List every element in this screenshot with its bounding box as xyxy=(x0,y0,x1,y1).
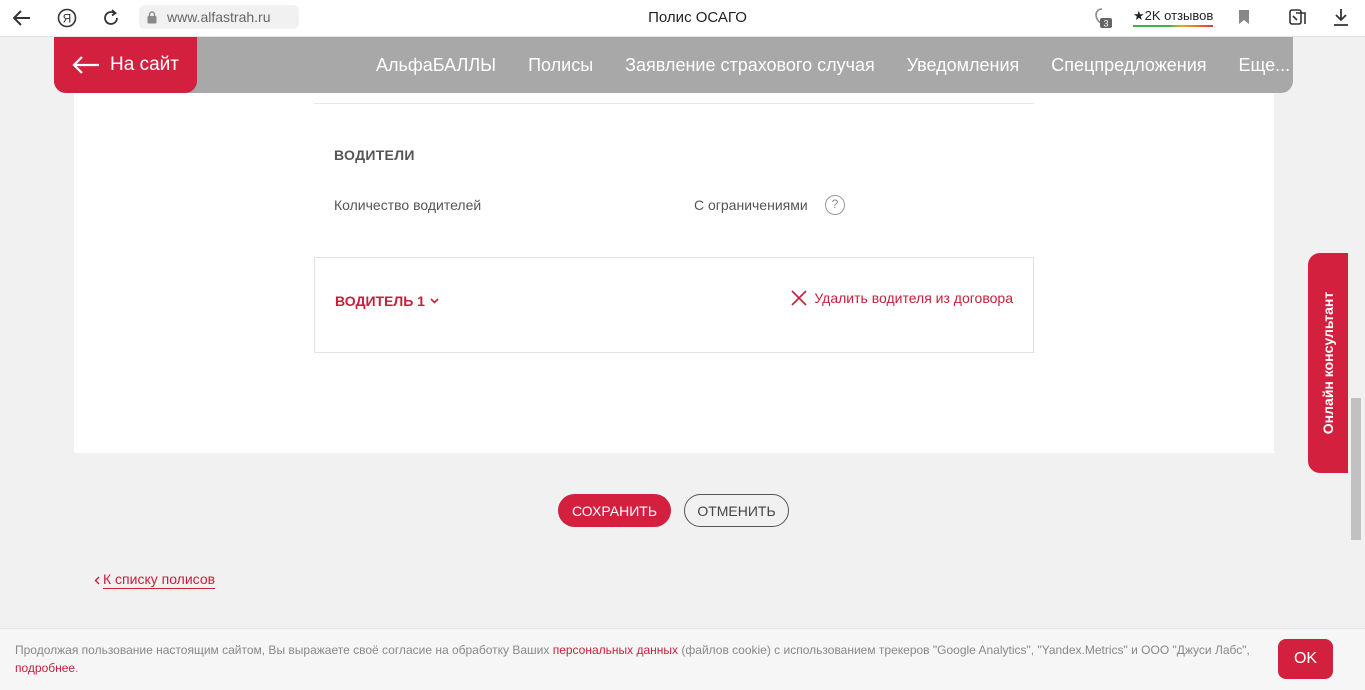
page-scrollbar[interactable] xyxy=(1348,37,1365,690)
back-to-list-link[interactable]: К списку полисов xyxy=(94,571,216,589)
drivers-section-title: ВОДИТЕЛИ xyxy=(334,147,415,163)
driver-panel: ВОДИТЕЛЬ 1 Удалить водителя из договора xyxy=(314,257,1034,353)
protect-icon[interactable]: 3 xyxy=(1093,7,1115,34)
nav-item-offers[interactable]: Спецпредложения xyxy=(1051,55,1206,76)
cookie-ok-button[interactable]: OK xyxy=(1278,639,1333,679)
drivers-count-value: С ограничениями xyxy=(694,197,808,213)
remove-driver-button[interactable]: Удалить водителя из договора xyxy=(791,290,1013,306)
tab-count: 3 xyxy=(1103,19,1108,29)
nav-item-notifications[interactable]: Уведомления xyxy=(907,55,1020,76)
cancel-button[interactable]: ОТМЕНИТЬ xyxy=(684,494,789,527)
back-to-site-button[interactable]: На сайт xyxy=(54,37,197,93)
cookie-banner: Продолжая пользование настоящим сайтом, … xyxy=(0,628,1365,690)
personal-data-link[interactable]: персональных данных xyxy=(553,643,678,657)
chevron-down-icon xyxy=(430,298,439,304)
browser-toolbar: Я www.alfastrah.ru Полис ОСАГО 3 ★2K отз… xyxy=(0,0,1365,37)
nav-item-more[interactable]: Еще... xyxy=(1239,55,1291,76)
close-icon xyxy=(791,290,807,306)
nav-menu: АльфаБАЛЛЫ Полисы Заявление страхового с… xyxy=(376,55,1322,76)
back-to-site-label: На сайт xyxy=(110,54,179,75)
online-consultant-label: Онлайн консультант xyxy=(1320,291,1336,435)
scrollbar-thumb[interactable] xyxy=(1351,398,1361,540)
driver-toggle[interactable]: ВОДИТЕЛЬ 1 xyxy=(335,293,439,309)
nav-item-alfaballs[interactable]: АльфаБАЛЛЫ xyxy=(376,55,496,76)
divider xyxy=(314,103,1034,104)
save-button[interactable]: СОХРАНИТЬ xyxy=(558,494,671,527)
chevron-left-icon xyxy=(94,576,100,584)
more-info-link[interactable]: подробнее xyxy=(15,661,75,675)
download-icon[interactable] xyxy=(1333,8,1349,31)
drivers-count-label: Количество водителей xyxy=(334,197,482,213)
nav-item-claim[interactable]: Заявление страхового случая xyxy=(625,55,875,76)
reviews-badge[interactable]: ★2K отзывов xyxy=(1133,8,1214,27)
driver-title: ВОДИТЕЛЬ 1 xyxy=(335,293,425,309)
online-consultant-tab[interactable]: Онлайн консультант xyxy=(1308,253,1348,473)
policy-card: ВОДИТЕЛИ Количество водителей С ограниче… xyxy=(74,93,1274,453)
remove-driver-label: Удалить водителя из договора xyxy=(814,290,1013,306)
cookie-text: Продолжая пользование настоящим сайтом, … xyxy=(15,643,1250,675)
help-icon[interactable]: ? xyxy=(825,195,845,215)
collections-icon[interactable] xyxy=(1288,7,1308,32)
back-to-list-label: К списку полисов xyxy=(103,571,216,589)
bookmark-icon[interactable] xyxy=(1238,9,1250,30)
nav-item-policies[interactable]: Полисы xyxy=(528,55,593,76)
arrow-left-icon xyxy=(72,56,99,74)
